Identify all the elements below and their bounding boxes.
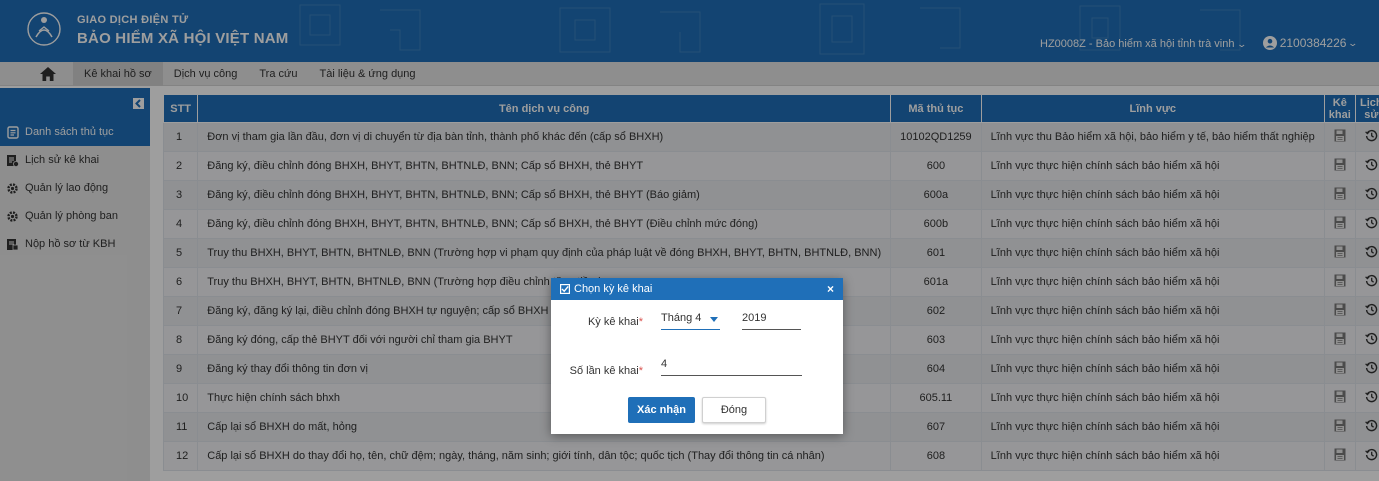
close-button[interactable]: Đóng — [702, 397, 766, 423]
count-value: 4 — [661, 358, 668, 370]
required-mark: * — [638, 365, 643, 377]
checkbox-icon — [560, 284, 570, 294]
year-input[interactable]: 2019 — [742, 312, 801, 330]
month-select[interactable]: Tháng 4 — [661, 312, 720, 330]
count-label: Số lần kê khai* — [569, 365, 643, 377]
required-mark: * — [638, 316, 643, 328]
period-label: Kỳ kê khai* — [587, 316, 643, 328]
select-period-dialog: Chọn kỳ kê khai × Kỳ kê khai* Tháng 4 20… — [551, 278, 843, 434]
count-input[interactable]: 4 — [661, 358, 802, 376]
month-value: Tháng 4 — [661, 312, 702, 324]
close-icon[interactable]: × — [827, 282, 834, 296]
year-value: 2019 — [742, 312, 767, 324]
dialog-header: Chọn kỳ kê khai × — [551, 278, 843, 300]
dropdown-arrow-icon — [710, 317, 718, 322]
dialog-title: Chọn kỳ kê khai — [574, 283, 653, 295]
confirm-button[interactable]: Xác nhận — [628, 397, 695, 423]
